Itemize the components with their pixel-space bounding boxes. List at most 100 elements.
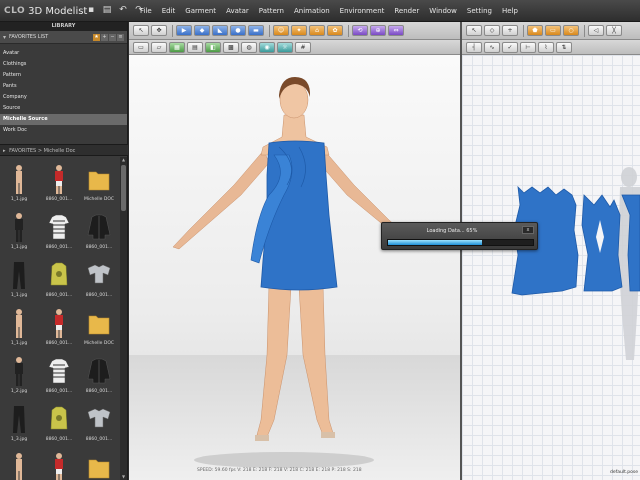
menu-file[interactable]: File [140, 7, 152, 15]
library-thumbnail[interactable]: 8860_001... [40, 161, 78, 207]
library-thumbnail[interactable]: 8860_001... [80, 209, 118, 255]
avatar-nude-thumbnail-icon [6, 451, 32, 480]
library-thumbnail[interactable]: Michelle DOC [80, 161, 118, 207]
hair-icon[interactable]: ✿ [327, 25, 343, 36]
arrange-icon[interactable]: ▭ [133, 41, 149, 53]
save-icon[interactable]: ▪ [86, 5, 96, 15]
library-thumbnail[interactable]: Michelle DOC [80, 449, 118, 480]
strain-map-icon[interactable]: ◧ [205, 41, 221, 53]
scroll-up-icon[interactable]: ▲ [120, 157, 127, 163]
library-thumbnail[interactable]: 8860_001... [80, 353, 118, 399]
select-tool-icon[interactable]: ↖ [133, 25, 149, 36]
menu-help[interactable]: Help [502, 7, 518, 15]
library-thumbnail[interactable]: 8860_001... [40, 401, 78, 447]
avatar-icon[interactable]: ☺ [273, 25, 289, 36]
grade-icon[interactable]: ⇅ [556, 41, 572, 53]
favorite-item-pattern[interactable]: Pattern [0, 70, 127, 81]
pattern-canvas[interactable] [462, 55, 640, 480]
edit-point-icon[interactable]: ◇ [484, 25, 500, 36]
menu-pattern[interactable]: Pattern [259, 7, 284, 15]
hanger-icon[interactable]: ⌂ [309, 25, 325, 36]
library-thumbnail[interactable]: 1_1.jpg [0, 209, 38, 255]
free-sewing-icon[interactable]: ∿ [484, 41, 500, 53]
add-point-icon[interactable]: + [502, 25, 518, 36]
avatar-figure[interactable] [129, 55, 460, 480]
library-scrollbar[interactable]: ▲ ▼ [120, 157, 127, 480]
texture-icon[interactable]: ▦ [169, 41, 185, 53]
check-sewing-icon[interactable]: ✓ [502, 41, 518, 53]
layer-icon[interactable]: ▤ [187, 41, 203, 53]
camera-icon[interactable]: ◉ [259, 41, 275, 53]
wireframe-icon[interactable]: ▩ [223, 41, 239, 53]
transform-pattern-icon[interactable]: ↖ [466, 25, 482, 36]
fold-icon[interactable]: ◣ [212, 25, 228, 36]
library-thumbnail[interactable]: 1_3.jpg [0, 401, 38, 447]
library-thumbnail[interactable]: 8860_001... [40, 257, 78, 303]
viewport-2d[interactable]: default.pose [462, 55, 640, 480]
favorite-item-clothings[interactable]: Clothings [0, 59, 127, 70]
pants-thumbnail-icon [6, 403, 32, 435]
avatar-red-thumbnail-icon [46, 451, 72, 480]
favorite-item-source[interactable]: Source [0, 103, 127, 114]
library-thumbnail[interactable]: 1_2.jpg [0, 353, 38, 399]
tack-icon[interactable]: ● [230, 25, 246, 36]
favorite-item-company[interactable]: Company [0, 92, 127, 103]
circle-icon[interactable]: ○ [563, 25, 579, 36]
pan-view-icon[interactable]: ⇔ [388, 25, 404, 36]
thumbnail-label: 8860_001... [85, 389, 113, 394]
polygon-icon[interactable]: ⬟ [527, 25, 543, 36]
library-thumbnail[interactable]: 1_1.jpg [0, 449, 38, 480]
favorite-item-work-doc[interactable]: Work Doc [0, 125, 127, 136]
library-thumbnail[interactable]: 8860_001... [40, 305, 78, 351]
zoom-view-icon[interactable]: ⊕ [370, 25, 386, 36]
library-thumbnail[interactable]: 8860_001... [80, 257, 118, 303]
move-tool-icon[interactable]: ✥ [151, 25, 167, 36]
measure-icon[interactable]: ▬ [248, 25, 264, 36]
library-thumbnail[interactable]: Michelle DOC [80, 305, 118, 351]
add-favorite-icon[interactable]: ★ [93, 33, 100, 41]
library-thumbnail[interactable]: 8860_001... [40, 353, 78, 399]
light-icon[interactable]: ☼ [277, 41, 293, 53]
library-thumbnail[interactable]: 8860_001... [40, 449, 78, 480]
library-thumbnail[interactable]: 8860_001... [80, 401, 118, 447]
collapse-icon[interactable]: ▾ [3, 34, 6, 41]
rectangle-icon[interactable]: ▭ [545, 25, 561, 36]
menu-render[interactable]: Render [394, 7, 419, 15]
ruler-icon[interactable]: ⊢ [520, 41, 536, 53]
library-thumbnail[interactable]: 1_1.jpg [0, 161, 38, 207]
menu-garment[interactable]: Garment [185, 7, 216, 15]
menu-setting[interactable]: Setting [467, 7, 492, 15]
trace-icon[interactable]: ⌇ [538, 41, 554, 53]
segment-sewing-icon[interactable]: ┤ [466, 41, 482, 53]
settings-icon[interactable]: ≡ [117, 33, 124, 41]
favorite-item-pants[interactable]: Pants [0, 81, 127, 92]
menu-animation[interactable]: Animation [294, 7, 330, 15]
folder-icon[interactable]: ▤ [102, 5, 112, 15]
simulate-icon[interactable]: ▶ [176, 25, 192, 36]
scroll-down-icon[interactable]: ▼ [120, 474, 127, 480]
grid-toggle-icon[interactable]: # [295, 41, 311, 53]
library-thumbnail[interactable]: 1_1.jpg [0, 305, 38, 351]
menu-environment[interactable]: Environment [340, 7, 385, 15]
favorite-item-avatar[interactable]: Avatar [0, 48, 127, 59]
menu-avatar[interactable]: Avatar [226, 7, 249, 15]
viewport-3d[interactable]: SPEED: 59.60 fps V: 218 E: 218 F: 218 V:… [129, 55, 460, 480]
flatten-icon[interactable]: ▱ [151, 41, 167, 53]
menu-edit[interactable]: Edit [162, 7, 176, 15]
notch-icon[interactable]: ╳ [606, 25, 622, 36]
library-thumbnail[interactable]: 1_1.jpg [0, 257, 38, 303]
pose-icon[interactable]: ✦ [291, 25, 307, 36]
remove-icon[interactable]: − [109, 33, 116, 41]
pin-icon[interactable]: ◆ [194, 25, 210, 36]
library-thumbnail[interactable]: 8860_001... [40, 209, 78, 255]
menu-window[interactable]: Window [429, 7, 457, 15]
dart-icon[interactable]: ◁ [588, 25, 604, 36]
favorites-list: Avatar Clothings Pattern Pants Company S… [0, 44, 127, 136]
favorite-item-michelle-source[interactable]: Michelle Source [0, 114, 127, 125]
add-folder-icon[interactable]: + [101, 33, 108, 41]
render-icon[interactable]: ◍ [241, 41, 257, 53]
rotate-view-icon[interactable]: ⟲ [352, 25, 368, 36]
undo-icon[interactable]: ↶ [118, 5, 128, 15]
close-button[interactable]: x [522, 226, 534, 234]
scroll-thumb[interactable] [121, 165, 126, 211]
